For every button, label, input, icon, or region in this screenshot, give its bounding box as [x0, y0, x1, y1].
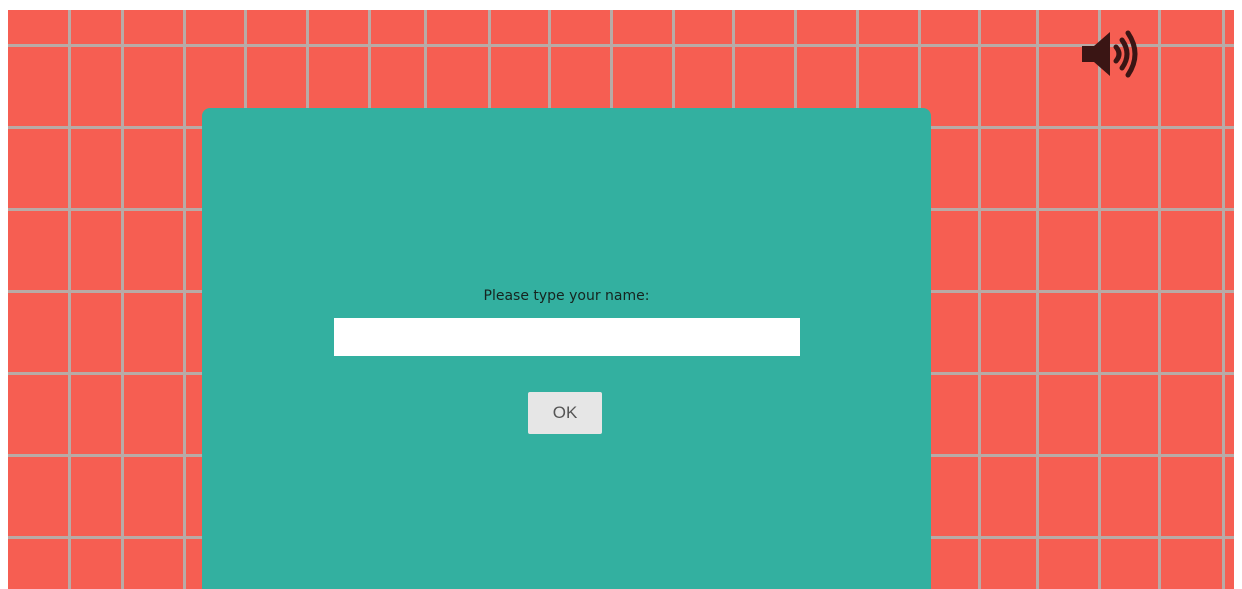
name-input[interactable]: [334, 318, 800, 356]
grid-line-horizontal: [8, 44, 1234, 47]
speaker-volume-icon: [1082, 30, 1138, 78]
grid-line-vertical: [68, 10, 71, 589]
name-prompt-label: Please type your name:: [483, 288, 650, 304]
grid-line-vertical: [978, 10, 981, 589]
grid-line-vertical: [1098, 10, 1101, 589]
grid-line-vertical: [1036, 10, 1039, 589]
grid-line-vertical: [1158, 10, 1161, 589]
grid-line-vertical: [121, 10, 124, 589]
game-board-background: Please type your name: OK: [8, 10, 1234, 589]
ok-button[interactable]: OK: [528, 392, 602, 434]
sound-toggle-button[interactable]: [1080, 28, 1140, 80]
grid-line-vertical: [183, 10, 186, 589]
name-entry-dialog: Please type your name: OK: [202, 108, 931, 589]
grid-line-vertical: [1222, 10, 1225, 589]
